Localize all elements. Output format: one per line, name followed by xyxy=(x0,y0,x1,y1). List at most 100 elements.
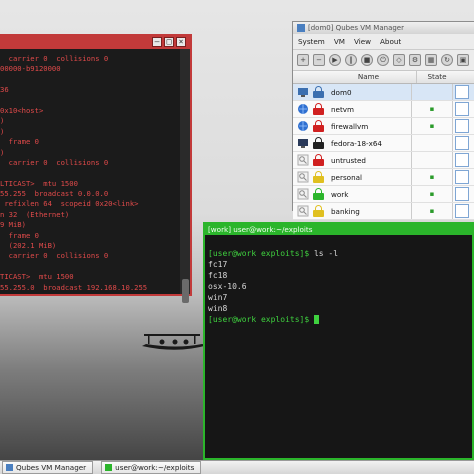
settings-icon[interactable]: ⚙ xyxy=(409,54,421,66)
state-indicator: ▪ xyxy=(429,207,435,215)
terminal-line: 00000-b9120000 xyxy=(0,64,61,74)
network-icon xyxy=(297,120,309,132)
text-cursor xyxy=(313,315,319,324)
vm-name: fedora-18-x64 xyxy=(331,138,383,148)
vm-row-dom0[interactable]: dom0 xyxy=(293,84,474,101)
vm-name: dom0 xyxy=(331,87,352,97)
state-indicator: ▪ xyxy=(429,190,435,198)
terminal-line: 55.255 broadcast 0.0.0.0 xyxy=(0,189,109,199)
apps-icon[interactable]: ▦ xyxy=(425,54,437,66)
menu-system[interactable]: System xyxy=(298,37,325,46)
qubes-icon xyxy=(6,464,13,471)
usage-bar xyxy=(455,102,469,116)
lock-icon xyxy=(313,137,324,149)
maximize-button[interactable]: □ xyxy=(164,37,174,47)
lock-icon xyxy=(313,120,324,132)
taskbar-item-terminal[interactable]: user@work:~/exploits xyxy=(101,461,202,474)
lock-icon xyxy=(313,154,324,166)
file-entry: fc17 xyxy=(208,260,228,269)
stop-vm-icon[interactable]: ■ xyxy=(361,54,373,66)
red-terminal-window[interactable]: – □ × carrier 0 collisions 0 00000-b91200… xyxy=(0,34,192,303)
appvm-icon xyxy=(297,205,309,217)
update-icon[interactable]: ↻ xyxy=(441,54,453,66)
terminal-line: 0x10<host> xyxy=(0,105,44,115)
taskbar-label: user@work:~/exploits xyxy=(115,463,195,472)
col-state-header[interactable]: State xyxy=(416,71,457,83)
vm-name: firewallvm xyxy=(331,121,369,131)
vm-name: banking xyxy=(331,206,360,216)
terminal-line: refixlen 64 scopeid 0x20<link> xyxy=(0,199,139,209)
vm-name: untrusted xyxy=(331,155,366,165)
green-terminal-output[interactable]: [user@work exploits]$ ls -l fc17 fc18 osx-1… xyxy=(208,237,472,458)
vm-table-header: Name State xyxy=(293,71,474,84)
green-terminal-titlebar[interactable]: [work] user@work:~/exploits xyxy=(205,224,472,235)
minimize-button[interactable]: – xyxy=(152,37,162,47)
pause-vm-icon[interactable]: ‖ xyxy=(345,54,357,66)
file-entry: fc18 xyxy=(208,271,228,280)
col-name-header[interactable]: Name xyxy=(321,71,416,83)
lock-icon xyxy=(313,171,324,183)
usage-bar xyxy=(455,170,469,184)
scroll-thumb[interactable] xyxy=(182,279,189,303)
vm-row-banking[interactable]: banking ▪ xyxy=(293,203,474,220)
menu-about[interactable]: About xyxy=(380,37,401,46)
menu-vm[interactable]: VM xyxy=(334,37,345,46)
red-terminal-scrollbar[interactable] xyxy=(180,49,190,303)
lock-icon xyxy=(313,103,324,115)
terminal-line: 9 MiB) xyxy=(0,220,26,230)
start-vm-icon[interactable]: ▶ xyxy=(329,54,341,66)
usage-bar xyxy=(455,204,469,218)
appvm-icon xyxy=(297,154,309,166)
state-indicator: ▪ xyxy=(429,122,435,130)
state-indicator: ▪ xyxy=(429,173,435,181)
backup-icon[interactable]: ▣ xyxy=(457,54,469,66)
terminal-line: frame 0 xyxy=(0,230,39,240)
create-vm-icon[interactable]: + xyxy=(297,54,309,66)
vm-name: personal xyxy=(331,172,363,182)
vm-row-personal[interactable]: personal ▪ xyxy=(293,169,474,186)
red-terminal-output[interactable]: carrier 0 collisions 0 00000-b9120000 36 0x… xyxy=(0,49,180,294)
taskbar-item-qubes[interactable]: Qubes VM Manager xyxy=(2,461,94,474)
green-terminal-window[interactable]: [work] user@work:~/exploits [user@work e… xyxy=(203,222,474,460)
col-type-header[interactable] xyxy=(293,71,321,83)
usage-bar xyxy=(455,153,469,167)
terminal-line: LTICAST> mtu 1500 xyxy=(0,178,78,188)
vm-row-firewallvm[interactable]: firewallvm ▪ xyxy=(293,118,474,135)
vm-row-fedora-18-x64[interactable]: fedora-18-x64 xyxy=(293,135,474,152)
firewall-icon[interactable]: ◇ xyxy=(393,54,405,66)
file-entry: osx-10.6 xyxy=(208,282,247,291)
terminal-line: ) xyxy=(0,126,5,136)
terminal-line: n 32 (Ethernet) xyxy=(0,209,70,219)
taskbar-label: Qubes VM Manager xyxy=(16,463,87,472)
vm-row-netvm[interactable]: netvm ▪ xyxy=(293,101,474,118)
prompt: [user@work exploits]$ xyxy=(208,249,310,258)
terminal-line: TICAST> mtu 1500 xyxy=(0,272,74,282)
vm-row-untrusted[interactable]: untrusted xyxy=(293,152,474,169)
terminal-line: (202.1 MiB) xyxy=(0,241,57,251)
qubes-titlebar[interactable]: [dom0] Qubes VM Manager xyxy=(293,22,474,34)
appvm-icon xyxy=(297,188,309,200)
usage-bar xyxy=(455,187,469,201)
command: ls -l xyxy=(309,249,339,258)
lock-icon xyxy=(313,86,324,98)
terminal-line: refixlen 64 scopeid 0x20<link> xyxy=(0,293,180,294)
terminal-line: carrier 0 collisions 0 xyxy=(0,54,109,63)
monitor-icon xyxy=(297,86,309,98)
appvm-icon xyxy=(297,171,309,183)
usage-bar xyxy=(455,119,469,133)
lock-icon xyxy=(313,188,324,200)
vm-row-work[interactable]: work ▪ xyxy=(293,186,474,203)
qubes-vm-manager-window[interactable]: [dom0] Qubes VM Manager System VM View A… xyxy=(292,21,474,220)
terminal-line: carrier 0 collisions 0 xyxy=(0,157,109,167)
lock-icon xyxy=(313,205,324,217)
remove-vm-icon[interactable]: − xyxy=(313,54,325,66)
close-button[interactable]: × xyxy=(176,37,186,47)
menu-view[interactable]: View xyxy=(354,37,371,46)
terminal-line: ) xyxy=(0,116,5,126)
power-icon[interactable]: ⏻ xyxy=(377,54,389,66)
red-terminal-titlebar[interactable]: – □ × xyxy=(0,36,190,49)
